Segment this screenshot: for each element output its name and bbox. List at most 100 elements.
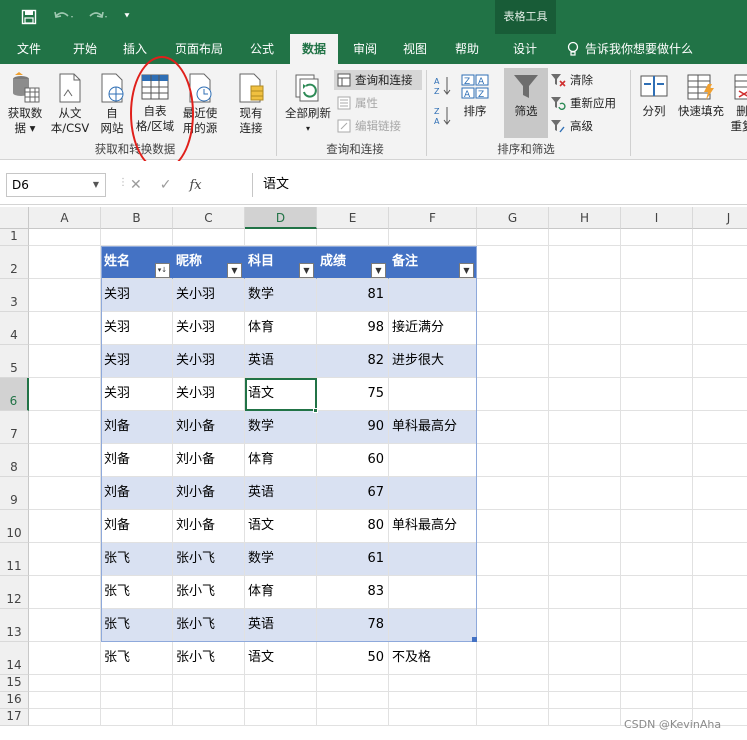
empty-cell[interactable] [29,312,101,345]
empty-cell[interactable] [317,229,389,246]
table-cell[interactable]: 进步很大 [389,345,477,378]
chevron-down-icon[interactable]: ⯆ [120,7,134,27]
empty-cell[interactable] [549,477,621,510]
existing-connections-button[interactable]: 现有 连接 [230,68,272,136]
empty-cell[interactable] [173,642,245,675]
empty-cell[interactable] [621,411,693,444]
column-header-j[interactable]: J [693,207,747,229]
empty-cell[interactable] [477,675,549,692]
table-cell[interactable]: 90 [317,411,389,444]
table-cell[interactable]: 60 [317,444,389,477]
empty-cell[interactable] [621,609,693,642]
table-cell[interactable]: 数学 [245,543,317,576]
filter-dropdown-icon[interactable]: ▼ [459,263,474,278]
empty-cell[interactable] [549,692,621,709]
table-cell[interactable]: 67 [317,477,389,510]
empty-cell[interactable] [29,477,101,510]
empty-cell[interactable] [29,246,101,279]
table-cell[interactable]: 刘备 [101,477,173,510]
row-header-2[interactable]: 2 [0,246,29,279]
column-header-a[interactable]: A [29,207,101,229]
empty-cell[interactable] [29,444,101,477]
table-cell[interactable]: 张小飞 [173,576,245,609]
tab-file[interactable]: 文件 [6,34,52,64]
fill-handle[interactable] [313,408,318,413]
empty-cell[interactable] [693,609,747,642]
empty-cell[interactable] [549,675,621,692]
enter-icon[interactable]: ✓ [160,177,172,193]
table-cell[interactable] [389,576,477,609]
empty-cell[interactable] [477,246,549,279]
table-cell[interactable]: 80 [317,510,389,543]
empty-cell[interactable] [389,709,477,726]
row-header-11[interactable]: 11 [0,543,29,576]
empty-cell[interactable] [389,692,477,709]
empty-cell[interactable] [101,675,173,692]
advanced-filter-button[interactable]: 高级 [550,116,620,136]
table-cell[interactable]: 82 [317,345,389,378]
filter-dropdown-icon[interactable]: ▼ [227,263,242,278]
empty-cell[interactable] [29,692,101,709]
empty-cell[interactable] [477,444,549,477]
row-header-14[interactable]: 14 [0,642,29,675]
row-header-15[interactable]: 15 [0,675,29,692]
table-cell[interactable]: 英语 [245,345,317,378]
empty-cell[interactable] [29,675,101,692]
text-to-columns-button[interactable]: 分列 [634,68,674,119]
empty-cell[interactable] [693,675,747,692]
undo-icon[interactable] [50,7,78,27]
row-header-8[interactable]: 8 [0,444,29,477]
empty-cell[interactable] [477,692,549,709]
empty-cell[interactable] [693,229,747,246]
column-header-i[interactable]: I [621,207,693,229]
empty-cell[interactable] [245,642,317,675]
empty-cell[interactable] [477,229,549,246]
tab-data[interactable]: 数据 [290,34,338,64]
table-cell[interactable]: 75 [317,378,389,411]
table-cell[interactable]: 83 [317,576,389,609]
clear-filter-button[interactable]: 清除 [550,70,620,90]
table-cell[interactable]: 关羽 [101,378,173,411]
table-cell[interactable]: 数学 [245,411,317,444]
empty-cell[interactable] [549,411,621,444]
empty-cell[interactable] [317,642,389,675]
table-cell[interactable]: 关羽 [101,312,173,345]
row-header-13[interactable]: 13 [0,609,29,642]
table-cell[interactable] [389,543,477,576]
empty-cell[interactable] [245,709,317,726]
row-header-12[interactable]: 12 [0,576,29,609]
table-cell[interactable]: 语文 [245,378,317,411]
table-cell[interactable]: 刘备 [101,444,173,477]
table-cell[interactable]: 体育 [245,576,317,609]
empty-cell[interactable] [173,675,245,692]
empty-cell[interactable] [549,642,621,675]
queries-connections-button[interactable]: 查询和连接 [334,70,422,90]
empty-cell[interactable] [693,477,747,510]
table-cell[interactable]: 张飞 [101,576,173,609]
worksheet-grid[interactable]: A B C D E F G H I J 1 2 3 4 5 6 7 8 9 10 11 12 13 14 1… [0,207,747,740]
empty-cell[interactable] [549,510,621,543]
empty-cell[interactable] [477,345,549,378]
filter-dropdown-icon[interactable]: ▼ [299,263,314,278]
save-icon[interactable] [18,7,40,27]
empty-cell[interactable] [477,477,549,510]
empty-cell[interactable] [389,229,477,246]
name-box[interactable]: D6 ▼ [6,173,106,197]
empty-cell[interactable] [549,345,621,378]
empty-cell[interactable] [693,576,747,609]
tab-view[interactable]: 视图 [392,34,438,64]
empty-cell[interactable] [29,642,101,675]
empty-cell[interactable] [549,543,621,576]
empty-cell[interactable] [621,279,693,312]
empty-cell[interactable] [101,709,173,726]
table-cell[interactable]: 单科最高分 [389,510,477,543]
table-cell[interactable] [389,477,477,510]
empty-cell[interactable] [693,246,747,279]
empty-cell[interactable] [477,411,549,444]
empty-cell[interactable] [173,229,245,246]
row-header-17[interactable]: 17 [0,709,29,726]
empty-cell[interactable] [245,229,317,246]
empty-cell[interactable] [29,576,101,609]
tab-page-layout[interactable]: 页面布局 [166,34,232,64]
formula-input[interactable]: 语文 [252,173,747,197]
